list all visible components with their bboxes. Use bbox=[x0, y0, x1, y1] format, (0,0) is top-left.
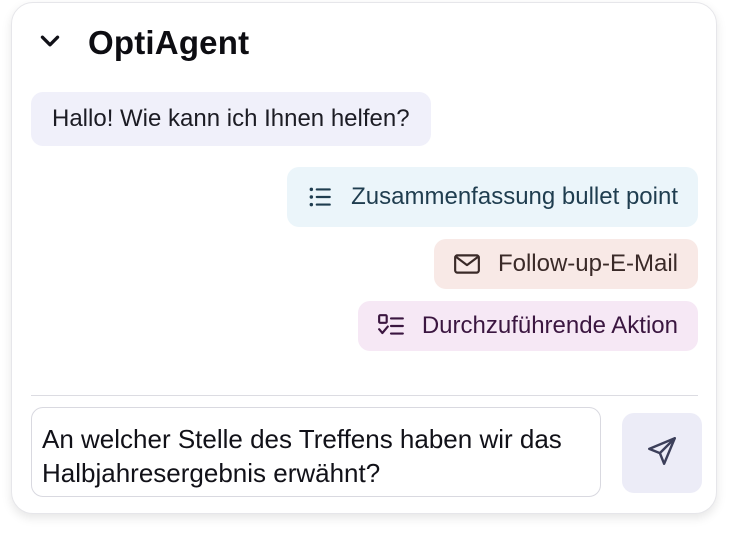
suggestion-summary-button[interactable]: Zusammenfassung bullet point bbox=[287, 167, 698, 227]
chevron-down-icon bbox=[37, 28, 63, 59]
panel-header: OptiAgent bbox=[36, 21, 249, 65]
suggestion-label: Durchzuführende Aktion bbox=[421, 312, 678, 339]
send-button[interactable] bbox=[622, 413, 702, 493]
message-input[interactable]: An welcher Stelle des Treffens haben wir… bbox=[31, 407, 601, 497]
panel-title: OptiAgent bbox=[88, 24, 250, 61]
suggestion-label: Follow-up-E-Mail bbox=[497, 250, 678, 277]
suggestion-action-button[interactable]: Durchzuführende Aktion bbox=[357, 301, 698, 351]
suggestion-list: Zusammenfassung bullet point Follow-up-E… bbox=[287, 167, 698, 351]
suggestion-email-button[interactable]: Follow-up-E-Mail bbox=[433, 239, 698, 289]
composer-divider bbox=[31, 395, 698, 396]
bullet-list-icon bbox=[305, 182, 335, 212]
send-icon bbox=[645, 434, 679, 473]
assistant-panel: OptiAgent Hallo! Wie kann ich Ihnen helf… bbox=[11, 2, 717, 514]
suggestion-label: Zusammenfassung bullet point bbox=[351, 183, 678, 210]
checklist-icon bbox=[376, 311, 406, 341]
mail-icon bbox=[452, 249, 482, 279]
assistant-message: Hallo! Wie kann ich Ihnen helfen? bbox=[31, 92, 431, 146]
collapse-button[interactable] bbox=[36, 29, 64, 57]
